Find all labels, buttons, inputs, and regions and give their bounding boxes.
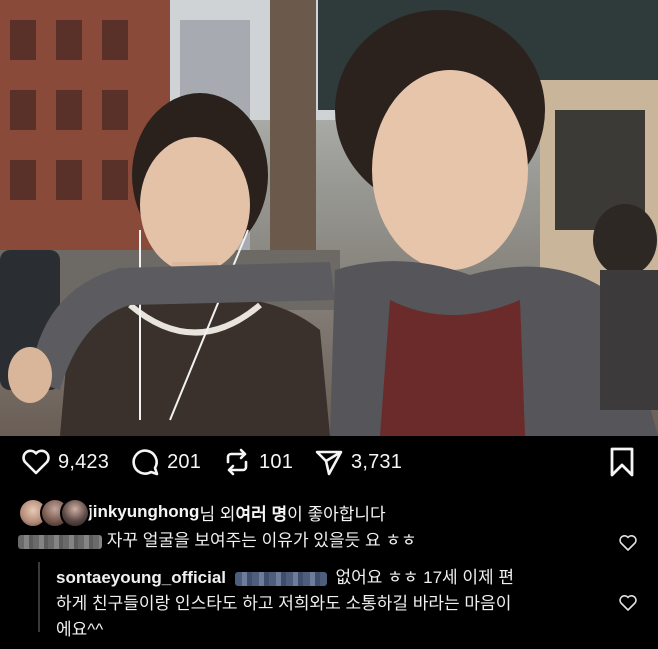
liked-by-others[interactable]: 여러 명 xyxy=(235,500,287,525)
share-button[interactable]: 3,731 xyxy=(313,436,402,488)
likes-count: 9,423 xyxy=(58,450,110,473)
liked-by-tail-text: 이 좋아합니다 xyxy=(287,504,386,524)
liked-by-mid-text: 님 외 xyxy=(199,504,236,524)
blurred-username[interactable] xyxy=(18,534,102,549)
shares-count: 3,731 xyxy=(351,450,403,473)
comments-count: 201 xyxy=(167,450,202,473)
reply-text-3: 에요^^ xyxy=(56,620,104,639)
comment-like-heart-icon[interactable] xyxy=(618,533,638,553)
reposts-count: 101 xyxy=(259,450,294,473)
comment-button[interactable]: 201 xyxy=(129,436,201,488)
reply-item: sontaeyoung_official 없어요 ㅎㅎ 17세 이제 편 하게 … xyxy=(56,565,596,643)
reply-thread-line xyxy=(38,562,40,632)
repost-button[interactable]: 101 xyxy=(221,436,293,488)
post-photo[interactable] xyxy=(0,0,658,436)
share-icon xyxy=(315,450,343,476)
post-photo-illustration xyxy=(0,0,658,436)
avatar xyxy=(60,498,90,528)
comment-text: 자꾸 얼굴을 보여주는 이유가 있을듯 요 ㅎㅎ xyxy=(106,531,417,550)
reply-text-1: 없어요 ㅎㅎ 17세 이제 편 xyxy=(335,568,515,587)
like-button[interactable]: 9,423 xyxy=(20,436,109,488)
comment-item: 자꾸 얼굴을 보여주는 이유가 있을듯 요 ㅎㅎ xyxy=(18,528,417,554)
liked-by-line: jinkyunghong 님 외 여러 명이 좋아합니다 xyxy=(18,495,386,529)
heart-icon xyxy=(22,449,50,475)
liked-by-username[interactable]: jinkyunghong xyxy=(88,502,199,522)
comment-icon xyxy=(132,449,159,476)
bookmark-icon[interactable] xyxy=(606,446,638,478)
reply-like-heart-icon[interactable] xyxy=(618,593,638,613)
reply-text-2: 하게 친구들이랑 인스타도 하고 저희와도 소통하길 바라는 마음이 xyxy=(56,594,512,613)
repost-icon xyxy=(226,448,248,476)
action-bar: 9,423 201 101 3,731 xyxy=(0,436,658,488)
reply-username[interactable]: sontaeyoung_official xyxy=(56,568,226,587)
liked-by-avatars[interactable] xyxy=(18,496,90,528)
reply-line-1: sontaeyoung_official 없어요 ㅎㅎ 17세 이제 편 xyxy=(56,565,596,591)
blurred-mention[interactable] xyxy=(234,571,327,586)
instagram-post: 9,423 201 101 3,731 jinkyunghong 님 외 여러 … xyxy=(0,0,658,649)
